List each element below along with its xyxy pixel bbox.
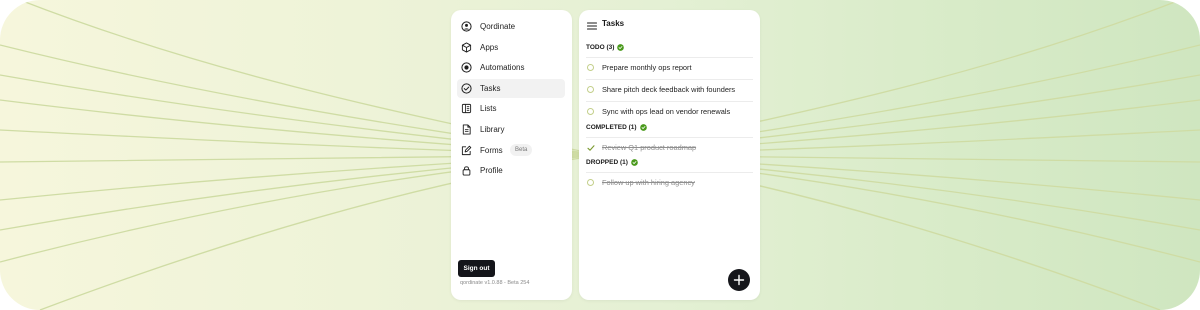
task-checkbox[interactable] — [587, 64, 594, 71]
page-title: Tasks — [602, 19, 625, 28]
sidebar-item-automations[interactable]: Automations — [457, 58, 565, 77]
green-check-icon — [639, 123, 647, 131]
task-checkbox[interactable] — [587, 108, 594, 115]
section-header-todo[interactable]: TODO (3) — [586, 42, 625, 52]
task-row[interactable]: Review Q1 product roadmap — [586, 141, 753, 155]
sidebar-panel: Qordinate Apps Automations Tasks Lists L… — [451, 10, 572, 300]
add-task-button[interactable] — [728, 269, 750, 291]
sidebar-item-forms[interactable]: Forms Beta — [457, 141, 565, 160]
list-icon — [461, 103, 472, 114]
edit-icon — [461, 145, 472, 156]
plus-icon — [733, 274, 745, 286]
sidebar-item-library[interactable]: Library — [457, 120, 565, 139]
section-header-dropped[interactable]: DROPPED (1) — [586, 157, 638, 167]
green-check-icon — [617, 43, 625, 51]
sidebar-item-tasks[interactable]: Tasks — [457, 78, 565, 98]
tasks-panel: Tasks TODO (3) Prepare monthly ops repor… — [579, 10, 760, 300]
section-label: TODO (3) — [586, 43, 615, 51]
sidebar-item-label: Forms — [480, 145, 503, 155]
sidebar-item-lists[interactable]: Lists — [457, 99, 565, 118]
check-circle-icon — [461, 83, 472, 94]
sign-out-button[interactable]: Sign out — [458, 260, 495, 277]
cube-icon — [461, 42, 472, 53]
sidebar-item-qordinate[interactable]: Qordinate — [457, 17, 565, 36]
menu-icon[interactable] — [586, 18, 598, 30]
task-title: Share pitch deck feedback with founders — [602, 85, 736, 94]
divider — [586, 172, 753, 173]
divider — [586, 79, 753, 80]
sidebar-item-label: Tasks — [480, 83, 501, 93]
task-title: Follow up with hiring agency — [602, 178, 695, 187]
task-row[interactable]: Sync with ops lead on vendor renewals — [586, 105, 753, 119]
task-row[interactable]: Share pitch deck feedback with founders — [586, 83, 753, 97]
divider — [586, 137, 753, 138]
background-stage: Qordinate Apps Automations Tasks Lists L… — [0, 0, 1200, 310]
section-label: DROPPED (1) — [586, 158, 628, 166]
checkmark-icon[interactable] — [587, 144, 595, 152]
task-checkbox[interactable] — [587, 86, 594, 93]
beta-badge: Beta — [510, 143, 533, 156]
user-circle-icon — [461, 21, 472, 32]
lock-icon — [461, 165, 472, 176]
document-icon — [461, 124, 472, 135]
sidebar-item-apps[interactable]: Apps — [457, 38, 565, 57]
task-checkbox[interactable] — [587, 179, 594, 186]
sidebar-item-label: Apps — [480, 42, 499, 52]
green-check-icon — [631, 158, 638, 166]
target-icon — [461, 62, 472, 73]
task-title: Review Q1 product roadmap — [602, 143, 697, 152]
sidebar-nav: Qordinate Apps Automations Tasks Lists L… — [457, 17, 565, 182]
sidebar-item-label: Automations — [480, 63, 525, 73]
task-title: Prepare monthly ops report — [602, 63, 692, 72]
sidebar-item-label: Qordinate — [480, 22, 516, 31]
task-title: Sync with ops lead on vendor renewals — [602, 107, 731, 116]
divider — [586, 101, 753, 102]
section-label: COMPLETED (1) — [586, 123, 637, 131]
task-row[interactable]: Prepare monthly ops report — [586, 61, 753, 75]
sidebar-item-label: Profile — [480, 166, 503, 176]
sidebar-item-label: Library — [480, 124, 505, 134]
app-version: qordinate v1.0.88 - Beta 254 — [460, 280, 530, 286]
section-header-completed[interactable]: COMPLETED (1) — [586, 122, 647, 132]
sidebar-item-profile[interactable]: Profile — [457, 161, 565, 180]
sidebar-item-label: Lists — [480, 104, 497, 114]
divider — [586, 57, 753, 58]
task-row[interactable]: Follow up with hiring agency — [586, 176, 753, 190]
